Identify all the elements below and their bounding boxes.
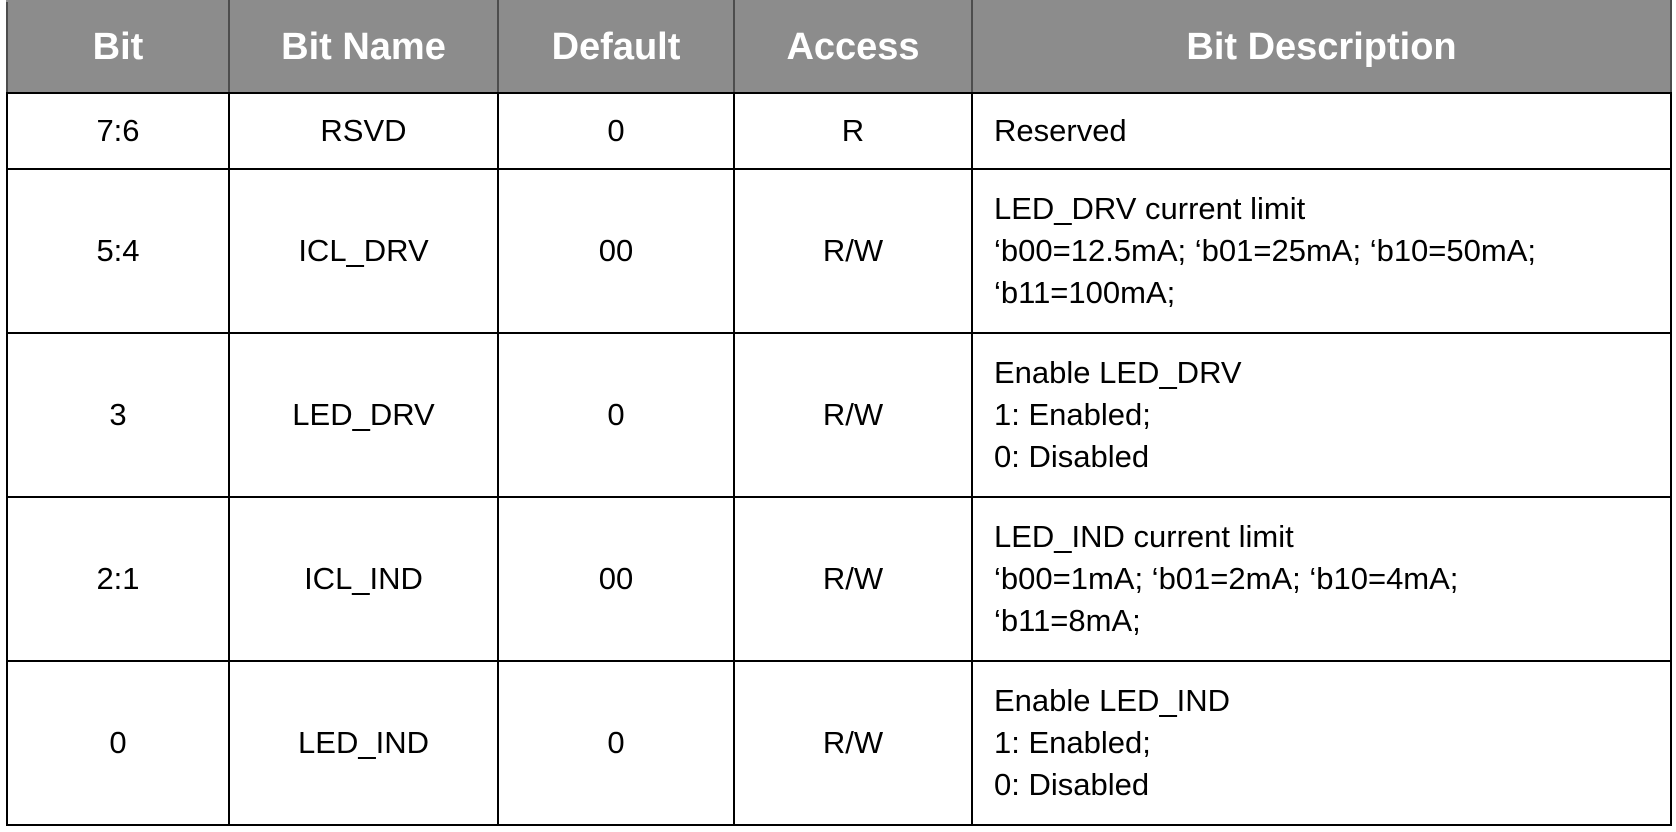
cell-bit-description: Enable LED_DRV 1: Enabled; 0: Disabled [971, 332, 1672, 498]
header-bit-name: Bit Name [228, 0, 499, 94]
description-line: Enable LED_IND [994, 683, 1231, 718]
description-line: ‘b00=12.5mA; ‘b01=25mA; ‘b10=50mA; [994, 233, 1537, 268]
description-line: 1: Enabled; [994, 725, 1151, 760]
table-row: 3 LED_DRV 0 R/W Enable LED_DRV 1: Enable… [6, 332, 1672, 498]
description-line: ‘b11=100mA; [994, 275, 1176, 310]
table-row: 2:1 ICL_IND 00 R/W LED_IND current limit… [6, 496, 1672, 662]
register-bit-table: Bit Bit Name Default Access Bit Descript… [6, 0, 1672, 826]
cell-bit-description: Enable LED_IND 1: Enabled; 0: Disabled [971, 660, 1672, 826]
cell-bit-name: LED_DRV [228, 332, 499, 498]
description-line: 0: Disabled [994, 439, 1150, 474]
cell-bit-name: ICL_IND [228, 496, 499, 662]
cell-access: R/W [733, 168, 973, 334]
description-line: 1: Enabled; [994, 397, 1151, 432]
cell-bit: 3 [6, 332, 230, 498]
cell-bit-description: LED_DRV current limit ‘b00=12.5mA; ‘b01=… [971, 168, 1672, 334]
description-line: ‘b00=1mA; ‘b01=2mA; ‘b10=4mA; [994, 561, 1459, 596]
cell-default: 0 [497, 332, 735, 498]
cell-default: 00 [497, 496, 735, 662]
table-row: 0 LED_IND 0 R/W Enable LED_IND 1: Enable… [6, 660, 1672, 826]
cell-access: R/W [733, 496, 973, 662]
cell-bit-name: ICL_DRV [228, 168, 499, 334]
cell-bit: 2:1 [6, 496, 230, 662]
header-default: Default [497, 0, 735, 94]
cell-bit-name: RSVD [228, 92, 499, 170]
cell-bit: 0 [6, 660, 230, 826]
description-line: 0: Disabled [994, 767, 1150, 802]
header-bit: Bit [6, 0, 230, 94]
description-line: ‘b11=8mA; [994, 603, 1141, 638]
table-row: 5:4 ICL_DRV 00 R/W LED_DRV current limit… [6, 168, 1672, 334]
cell-default: 0 [497, 92, 735, 170]
cell-access: R [733, 92, 973, 170]
cell-bit-description: LED_IND current limit ‘b00=1mA; ‘b01=2mA… [971, 496, 1672, 662]
header-bit-description: Bit Description [971, 0, 1672, 94]
cell-bit-name: LED_IND [228, 660, 499, 826]
cell-access: R/W [733, 332, 973, 498]
cell-bit: 7:6 [6, 92, 230, 170]
header-row: Bit Bit Name Default Access Bit Descript… [6, 0, 1672, 94]
table-row: 7:6 RSVD 0 R Reserved [6, 92, 1672, 170]
description-line: LED_DRV current limit [994, 191, 1306, 226]
description-line: Reserved [994, 113, 1127, 148]
table-body: 7:6 RSVD 0 R Reserved 5:4 ICL_DRV 00 R/W… [6, 92, 1672, 826]
description-line: LED_IND current limit [994, 519, 1294, 554]
cell-bit: 5:4 [6, 168, 230, 334]
table-header: Bit Bit Name Default Access Bit Descript… [6, 0, 1672, 94]
description-line: Enable LED_DRV [994, 355, 1242, 390]
cell-access: R/W [733, 660, 973, 826]
cell-default: 00 [497, 168, 735, 334]
header-access: Access [733, 0, 973, 94]
cell-bit-description: Reserved [971, 92, 1672, 170]
cell-default: 0 [497, 660, 735, 826]
